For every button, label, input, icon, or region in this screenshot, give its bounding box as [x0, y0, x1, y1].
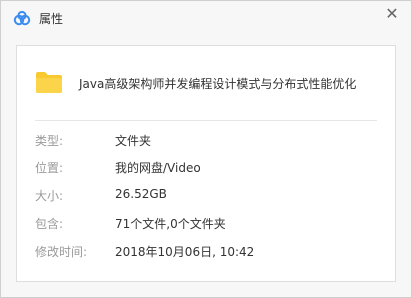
property-label: 位置:	[35, 161, 64, 175]
folder-icon	[36, 72, 62, 93]
property-value: 71个文件,0个文件夹	[115, 217, 226, 231]
baidu-netdisk-icon	[13, 10, 31, 26]
property-row-size: 大小: 26.52GB	[35, 187, 385, 205]
property-label: 包含:	[35, 217, 64, 231]
property-row-type: 类型: 文件夹	[35, 132, 385, 150]
title-bar: 属性 ✕	[1, 1, 411, 35]
property-value: 2018年10月06日, 10:42	[115, 245, 255, 259]
property-value: 我的网盘/Video	[115, 161, 201, 175]
property-row-modified: 修改时间: 2018年10月06日, 10:42	[35, 243, 385, 261]
property-value: 26.52GB	[115, 187, 167, 201]
property-label: 大小:	[35, 189, 64, 203]
property-label: 修改时间:	[35, 245, 88, 259]
property-label: 类型:	[35, 134, 64, 148]
close-icon: ✕	[385, 4, 399, 23]
property-row-contains: 包含: 71个文件,0个文件夹	[35, 215, 385, 233]
close-button[interactable]: ✕	[383, 5, 401, 23]
property-value: 文件夹	[115, 134, 152, 148]
properties-panel: Java高级架构师并发编程设计模式与分布式性能优化 类型: 文件夹 位置: 我的…	[16, 45, 396, 282]
window-title: 属性	[39, 12, 64, 26]
divider	[35, 120, 377, 121]
properties-dialog: 属性 ✕ Java高级架构师并发编程设计模式与分布式性能优化 类型: 文件夹 位…	[0, 0, 412, 298]
file-name: Java高级架构师并发编程设计模式与分布式性能优化	[79, 77, 357, 91]
property-row-location: 位置: 我的网盘/Video	[35, 159, 385, 177]
